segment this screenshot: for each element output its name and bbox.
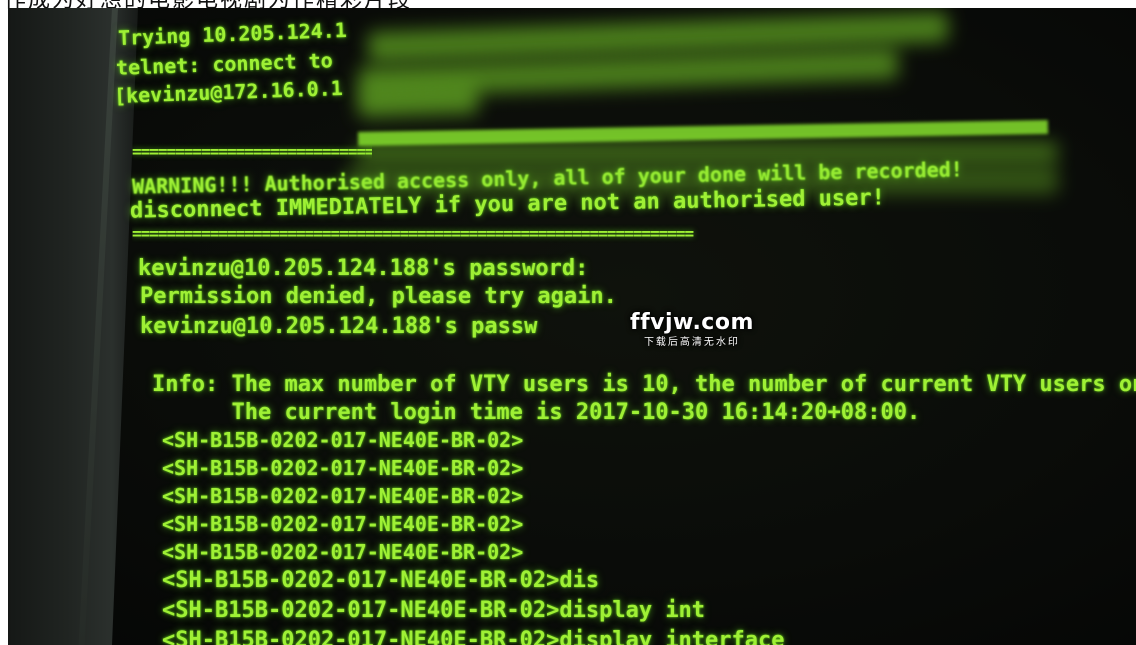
info-line-1: Info: The max number of VTY users is 10,… [152, 372, 1136, 397]
watermark-domain: ffvjw.com [630, 310, 754, 335]
watermark: ffvjw.com 下载后高清无水印 [630, 310, 754, 348]
separator-line-1: ========================================… [132, 142, 372, 161]
login-password-prompt: kevinzu@10.205.124.188's password: [138, 256, 589, 281]
watermark-subtitle: 下载后高清无水印 [643, 337, 740, 348]
prompt-line-6: <SH-B15B-0202-017-NE40E-BR-02>dis [162, 568, 600, 593]
prompt-line-7: <SH-B15B-0202-017-NE40E-BR-02>display in… [162, 598, 706, 623]
terminal-screen: Trying 10.205.124.1 telnet: connect to [… [114, 8, 1136, 645]
prompt-line-8: <SH-B15B-0202-017-NE40E-BR-02>display in… [162, 628, 785, 645]
prompt-line-2: <SH-B15B-0202-017-NE40E-BR-02> [162, 456, 524, 480]
prompt-line-3: <SH-B15B-0202-017-NE40E-BR-02> [162, 484, 524, 508]
login-password-prompt-2: kevinzu@10.205.124.188's passw [140, 314, 538, 339]
prompt-line-5: <SH-B15B-0202-017-NE40E-BR-02> [162, 540, 524, 564]
blurred-region-3 [357, 85, 479, 119]
login-permission-denied: Permission denied, please try again. [140, 284, 617, 309]
prompt-line-1: <SH-B15B-0202-017-NE40E-BR-02> [162, 428, 524, 452]
terminal-line-trying: Trying 10.205.124.1 [117, 18, 348, 50]
terminal-line-telnet: telnet: connect to [115, 48, 334, 80]
terminal-line-ssh: [kevinzu@172.16.0.1 [113, 76, 344, 108]
prompt-line-4: <SH-B15B-0202-017-NE40E-BR-02> [162, 512, 524, 536]
monitor-photo: Trying 10.205.124.1 telnet: connect to [… [8, 8, 1136, 645]
separator-line-2: ========================================… [132, 224, 694, 243]
info-line-2: The current login time is 2017-10-30 16:… [152, 400, 921, 425]
